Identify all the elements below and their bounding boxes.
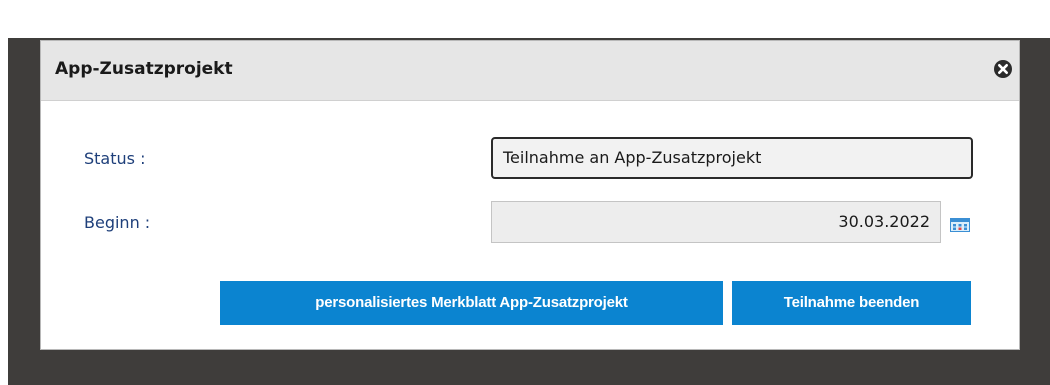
teilnahme-beenden-button[interactable]: Teilnahme beenden xyxy=(732,281,971,325)
dialog-title: App-Zusatzprojekt xyxy=(55,59,233,79)
merkblatt-button[interactable]: personalisiertes Merkblatt App-Zusatzpro… xyxy=(220,281,723,325)
beginn-date-field[interactable]: 30.03.2022 xyxy=(491,201,941,243)
backdrop-top-edge xyxy=(0,0,1050,38)
backdrop-left-edge xyxy=(0,0,8,385)
dialog-titlebar: App-Zusatzprojekt xyxy=(41,41,1019,101)
app-zusatzprojekt-dialog: App-Zusatzprojekt Status : Teilnahme an … xyxy=(40,40,1020,350)
calendar-icon[interactable] xyxy=(950,217,970,232)
status-field[interactable]: Teilnahme an App-Zusatzprojekt xyxy=(491,137,973,179)
beginn-label: Beginn : xyxy=(84,213,151,232)
status-label: Status : xyxy=(84,149,146,168)
close-icon[interactable] xyxy=(993,59,1013,79)
